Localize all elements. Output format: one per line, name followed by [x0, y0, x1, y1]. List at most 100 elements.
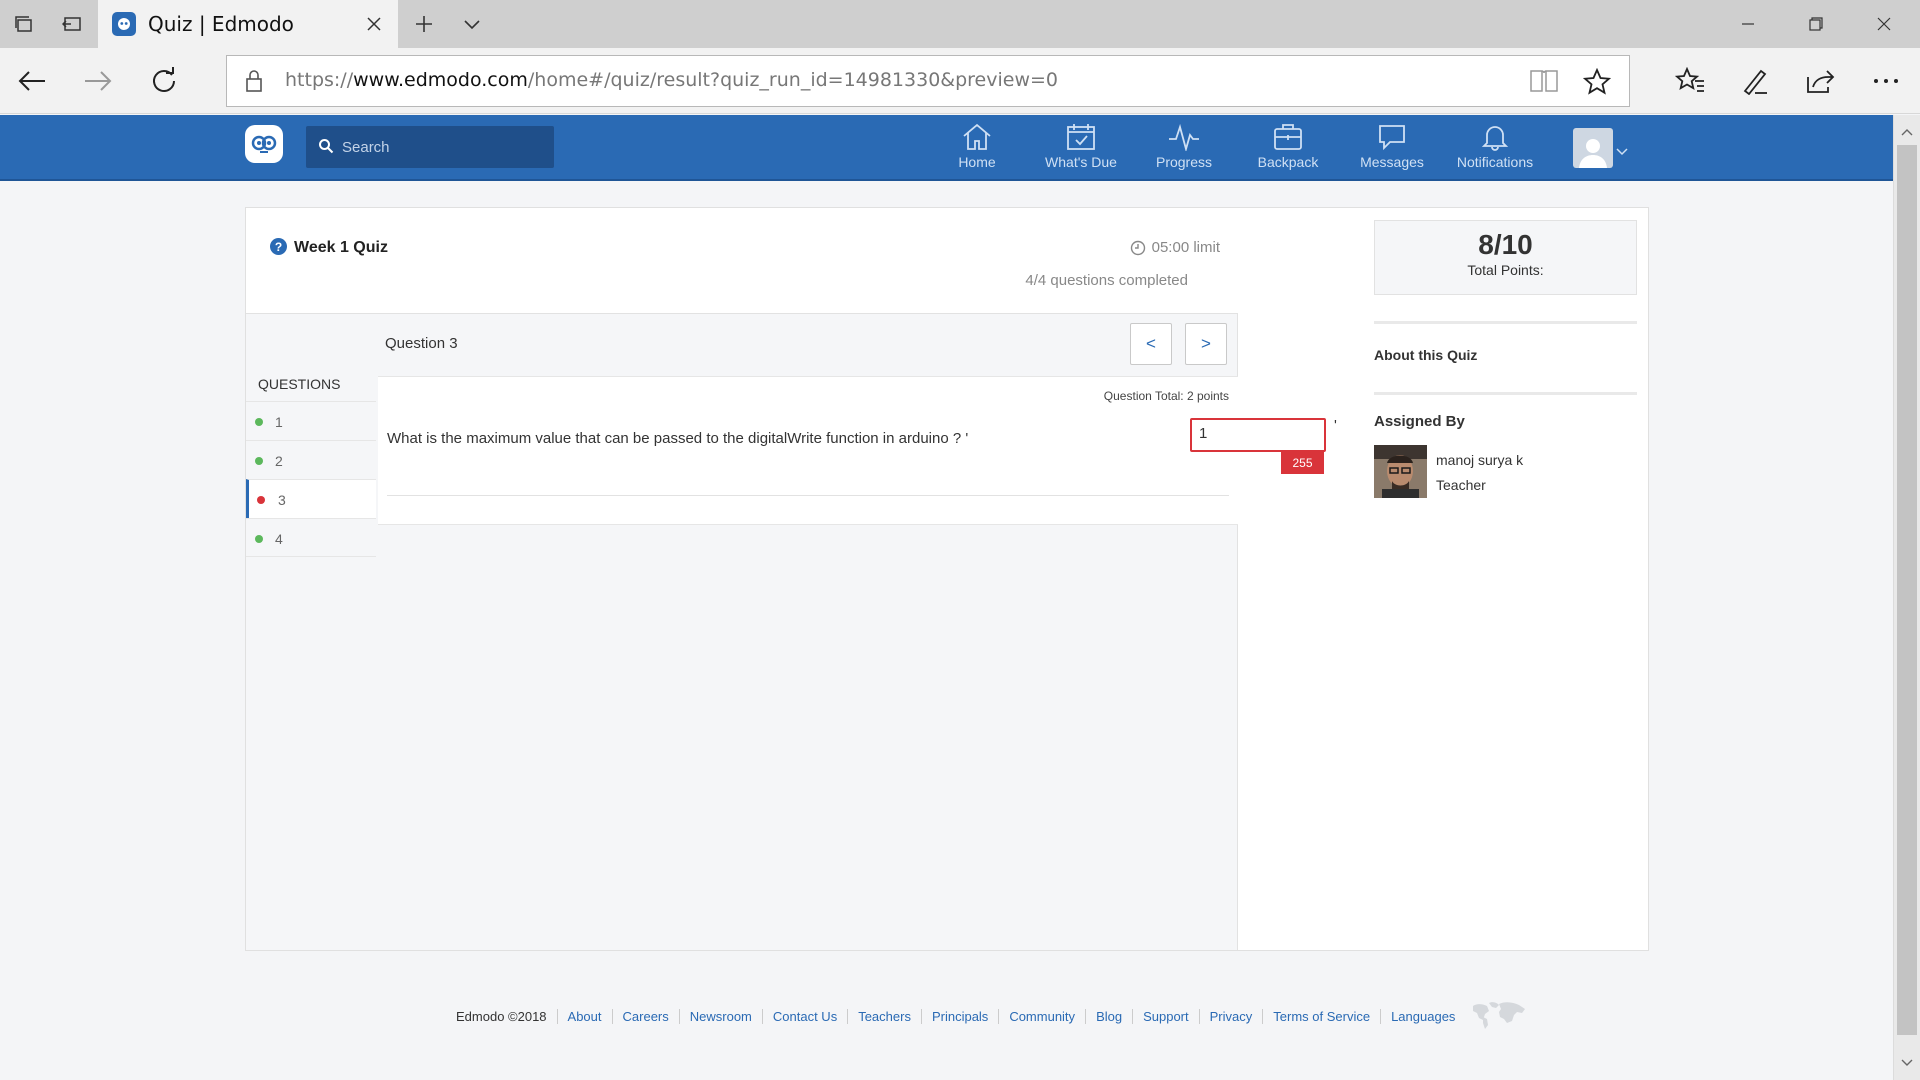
question-list-item[interactable]: 1	[246, 401, 376, 440]
correct-answer-badge: 255	[1281, 452, 1324, 474]
previous-question-button[interactable]: <	[1130, 323, 1172, 365]
question-list-item[interactable]: 2	[246, 440, 376, 479]
current-question-label: Question 3	[385, 335, 458, 352]
url-text: https://www.edmodo.com/home#/quiz/result…	[285, 69, 1059, 91]
message-bubble-icon	[1379, 125, 1405, 151]
teacher-name[interactable]: manoj surya k	[1436, 452, 1523, 468]
divider	[1374, 321, 1637, 324]
backpack-icon	[1274, 124, 1302, 150]
page-footer: Edmodo ©2018 About Careers Newsroom Cont…	[456, 1000, 1527, 1033]
user-avatar[interactable]	[1573, 128, 1613, 168]
question-list-item-active[interactable]: 3	[246, 479, 376, 518]
question-list-item[interactable]: 4	[246, 518, 376, 557]
quiz-title: Week 1 Quiz	[294, 239, 388, 256]
nav-home-label: Home	[958, 154, 996, 170]
user-menu-chevron-icon[interactable]	[1616, 143, 1628, 161]
question-number: 2	[275, 453, 283, 469]
lock-icon	[245, 69, 263, 98]
question-text: What is the maximum value that can be pa…	[387, 430, 969, 447]
nav-backpack[interactable]: Backpack	[1243, 123, 1333, 177]
question-list: 1 2 3 4	[246, 401, 376, 557]
share-icon[interactable]	[1800, 61, 1840, 101]
question-text-tail: '	[1334, 417, 1337, 434]
score-label: Total Points:	[1467, 262, 1544, 278]
search-input[interactable]	[342, 126, 542, 168]
nav-messages[interactable]: Messages	[1347, 123, 1437, 177]
edmodo-top-nav: Home What's Due Progress Backpack Messag…	[0, 115, 1893, 181]
footer-link-about[interactable]: About	[556, 1009, 612, 1024]
browser-tab-bar: Quiz | Edmodo	[0, 0, 1920, 48]
student-answer-field: 1	[1190, 418, 1326, 452]
divider	[1374, 392, 1637, 395]
correct-status-dot	[255, 535, 263, 543]
favorite-star-icon[interactable]	[1582, 67, 1612, 101]
refresh-icon[interactable]	[144, 61, 184, 101]
nav-progress-label: Progress	[1155, 154, 1213, 170]
divider	[387, 495, 1229, 496]
page-scrollbar[interactable]	[1893, 115, 1920, 1080]
scroll-down-icon[interactable]	[1901, 1054, 1913, 1072]
teacher-avatar[interactable]	[1374, 445, 1427, 498]
question-body: Question Total: 2 points What is the max…	[378, 376, 1337, 525]
scroll-up-icon[interactable]	[1901, 123, 1913, 141]
assigned-by-heading: Assigned By	[1374, 413, 1465, 430]
web-note-pen-icon[interactable]	[1735, 61, 1775, 101]
edmodo-favicon	[112, 12, 136, 36]
footer-link-privacy[interactable]: Privacy	[1198, 1009, 1263, 1024]
url-field[interactable]: https://www.edmodo.com/home#/quiz/result…	[226, 55, 1630, 107]
forward-arrow-icon[interactable]	[78, 61, 118, 101]
question-number: 3	[278, 492, 286, 508]
reading-view-icon[interactable]	[1529, 68, 1559, 99]
restore-icon[interactable]	[1782, 0, 1850, 48]
home-icon	[963, 123, 991, 150]
close-window-icon[interactable]	[1850, 0, 1918, 48]
nav-notifications-label: Notifications	[1456, 154, 1534, 170]
footer-link-blog[interactable]: Blog	[1085, 1009, 1132, 1024]
nav-notifications[interactable]: Notifications	[1450, 123, 1540, 177]
tab-manager-icon[interactable]	[8, 8, 40, 40]
edmodo-logo-icon[interactable]	[245, 125, 283, 163]
bell-icon	[1481, 126, 1509, 151]
score-value: 8/10	[1478, 229, 1533, 260]
close-tab-icon[interactable]	[358, 8, 390, 40]
footer-link-principals[interactable]: Principals	[920, 1009, 998, 1024]
tab-preview-chevron-icon[interactable]	[456, 8, 488, 40]
new-tab-icon[interactable]	[408, 8, 440, 40]
correct-status-dot	[255, 418, 263, 426]
nav-backpack-label: Backpack	[1257, 154, 1319, 170]
scrollbar-thumb[interactable]	[1897, 145, 1917, 1035]
nav-progress[interactable]: Progress	[1139, 123, 1229, 177]
quiz-main-column: ? Week 1 Quiz 05:00 limit 4/4 questions …	[246, 208, 1337, 950]
nav-whats-due[interactable]: What's Due	[1036, 123, 1126, 177]
search-icon	[318, 138, 334, 159]
favorites-list-icon[interactable]	[1670, 61, 1710, 101]
footer-link-contact-us[interactable]: Contact Us	[761, 1009, 847, 1024]
next-question-button[interactable]: >	[1185, 323, 1227, 365]
footer-link-newsroom[interactable]: Newsroom	[678, 1009, 762, 1024]
footer-link-languages[interactable]: Languages	[1380, 1009, 1465, 1024]
footer-link-teachers[interactable]: Teachers	[847, 1009, 921, 1024]
footer-link-community[interactable]: Community	[998, 1009, 1085, 1024]
quiz-header: ? Week 1 Quiz 05:00 limit 4/4 questions …	[246, 208, 1238, 314]
progress-pulse-icon	[1169, 123, 1199, 151]
back-arrow-icon[interactable]	[12, 61, 52, 101]
footer-link-support[interactable]: Support	[1132, 1009, 1199, 1024]
about-quiz-heading: About this Quiz	[1374, 347, 1478, 363]
incorrect-status-dot	[257, 496, 265, 504]
set-tabs-aside-icon[interactable]	[56, 8, 88, 40]
search-box	[306, 126, 554, 168]
nav-messages-label: Messages	[1360, 154, 1424, 170]
footer-link-terms-of-service[interactable]: Terms of Service	[1262, 1009, 1380, 1024]
questions-heading: QUESTIONS	[258, 376, 341, 392]
world-map-icon	[1471, 1000, 1527, 1033]
nav-home[interactable]: Home	[932, 123, 1022, 177]
more-options-icon[interactable]	[1866, 61, 1906, 101]
browser-address-bar: https://www.edmodo.com/home#/quiz/result…	[0, 48, 1920, 114]
nav-whats-due-label: What's Due	[1045, 154, 1117, 170]
footer-link-careers[interactable]: Careers	[611, 1009, 679, 1024]
tab-quiz-edmodo[interactable]: Quiz | Edmodo	[98, 0, 398, 48]
teacher-role: Teacher	[1436, 477, 1486, 493]
question-total-points: Question Total: 2 points	[1103, 389, 1229, 403]
minimize-icon[interactable]	[1714, 0, 1782, 48]
time-limit-text: 05:00 limit	[1151, 239, 1220, 256]
